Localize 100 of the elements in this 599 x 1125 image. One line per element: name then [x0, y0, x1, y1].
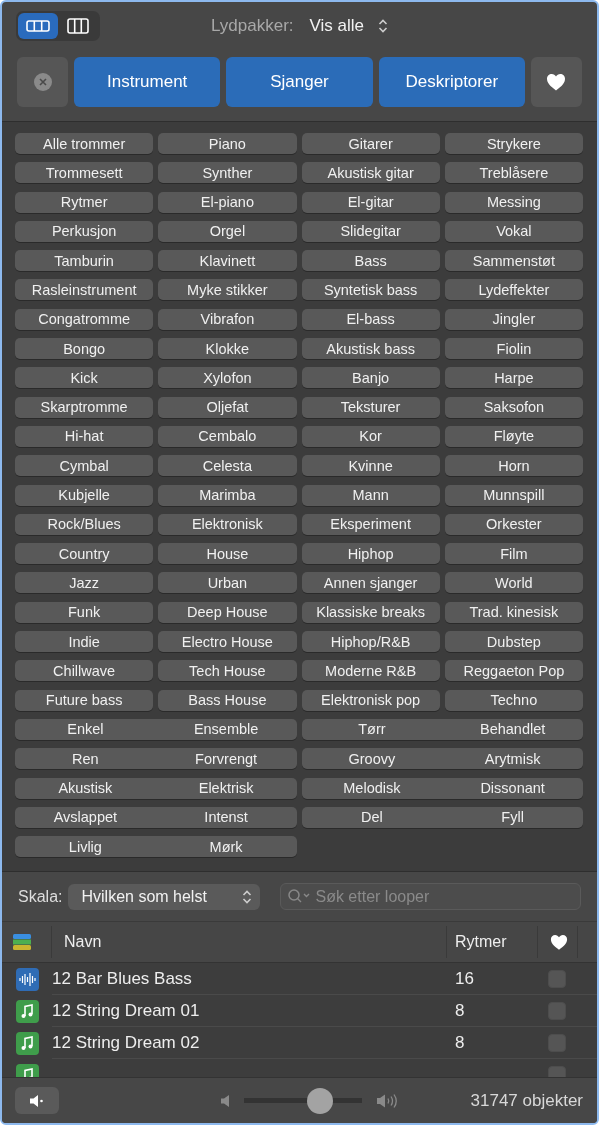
keyword-button[interactable]: Akustisk gitar: [301, 162, 440, 184]
keyword-button[interactable]: Annen sjanger: [301, 572, 440, 594]
keyword-button[interactable]: Synther: [158, 162, 297, 184]
keyword-button[interactable]: House: [158, 543, 297, 565]
keyword-button[interactable]: Elektronisk pop: [301, 689, 440, 711]
keyword-button[interactable]: Xylofon: [158, 367, 297, 389]
descriptor-option[interactable]: Dissonant: [442, 777, 583, 799]
category-tab[interactable]: Instrument: [74, 57, 221, 107]
sound-packs-dropdown[interactable]: Vis alle: [309, 16, 388, 36]
keyword-button[interactable]: Hi-hat: [15, 425, 154, 447]
keyword-button[interactable]: Celesta: [158, 455, 297, 477]
keyword-button[interactable]: Funk: [15, 601, 154, 623]
favorite-checkbox[interactable]: [548, 1001, 566, 1020]
keyword-button[interactable]: Vokal: [444, 220, 583, 242]
keyword-button[interactable]: Sammenstøt: [444, 250, 583, 272]
keyword-button[interactable]: Kor: [301, 425, 440, 447]
keyword-button[interactable]: Country: [15, 543, 154, 565]
keyword-button[interactable]: Jazz: [15, 572, 154, 594]
search-field[interactable]: Søk etter looper: [280, 883, 581, 910]
keyword-button[interactable]: Orgel: [158, 220, 297, 242]
favorite-checkbox[interactable]: [548, 1033, 566, 1052]
keyword-button[interactable]: Congatromme: [15, 308, 154, 330]
keyword-button[interactable]: Urban: [158, 572, 297, 594]
keyword-button[interactable]: Treblåsere: [444, 162, 583, 184]
keyword-button[interactable]: Fiolin: [444, 338, 583, 360]
preview-speaker-button[interactable]: [15, 1087, 59, 1114]
keyword-button[interactable]: Kubjelle: [15, 484, 154, 506]
descriptor-option[interactable]: Akustisk: [15, 777, 156, 799]
descriptor-option[interactable]: Arytmisk: [442, 748, 583, 770]
descriptor-option[interactable]: Groovy: [301, 748, 443, 770]
keyword-button[interactable]: Munnspill: [444, 484, 583, 506]
keyword-button[interactable]: El-piano: [158, 191, 297, 213]
keyword-button[interactable]: Trad. kinesisk: [444, 601, 583, 623]
keyword-button[interactable]: Kvinne: [301, 455, 440, 477]
keyword-button[interactable]: Teksturer: [301, 396, 440, 418]
descriptor-option[interactable]: Del: [301, 806, 443, 828]
keyword-button[interactable]: Messing: [444, 191, 583, 213]
column-header[interactable]: Rytmer: [447, 926, 538, 958]
keyword-button[interactable]: Bongo: [15, 338, 154, 360]
keyword-button[interactable]: Perkusjon: [15, 220, 154, 242]
keyword-button[interactable]: Strykere: [444, 133, 583, 154]
keyword-button[interactable]: Chillwave: [15, 660, 154, 682]
descriptor-option[interactable]: Behandlet: [442, 718, 583, 740]
keyword-button[interactable]: Indie: [15, 631, 154, 653]
keyword-button[interactable]: Mann: [301, 484, 440, 506]
keyword-button[interactable]: Fløyte: [444, 425, 583, 447]
keyword-button[interactable]: Orkester: [444, 513, 583, 535]
keyword-button[interactable]: Lydeffekter: [444, 279, 583, 301]
keyword-button[interactable]: Rytmer: [15, 191, 154, 213]
descriptor-option[interactable]: Tørr: [301, 718, 443, 740]
descriptor-option[interactable]: Livlig: [15, 836, 156, 858]
descriptor-option[interactable]: Ensemble: [155, 718, 297, 740]
keyword-button[interactable]: Electro House: [158, 631, 297, 653]
favorites-button[interactable]: [531, 57, 582, 107]
keyword-button[interactable]: Oljefat: [158, 396, 297, 418]
keyword-button[interactable]: Klassiske breaks: [301, 601, 440, 623]
keyword-button[interactable]: Klavinett: [158, 250, 297, 272]
keyword-button[interactable]: Marimba: [158, 484, 297, 506]
descriptor-option[interactable]: Elektrisk: [155, 777, 297, 799]
keyword-button[interactable]: Saksofon: [444, 396, 583, 418]
keyword-button[interactable]: Kick: [15, 367, 154, 389]
keyword-button[interactable]: El-gitar: [301, 191, 440, 213]
keyword-button[interactable]: Future bass: [15, 689, 154, 711]
keyword-button[interactable]: Banjo: [301, 367, 440, 389]
keyword-button[interactable]: Piano: [158, 133, 297, 154]
view-button[interactable]: [18, 13, 58, 39]
column-header[interactable]: Navn: [52, 926, 447, 958]
keyword-button[interactable]: Rock/Blues: [15, 513, 154, 535]
keyword-button[interactable]: Myke stikker: [158, 279, 297, 301]
descriptor-option[interactable]: Fyll: [442, 806, 583, 828]
descriptor-option[interactable]: Intenst: [155, 806, 297, 828]
keyword-button[interactable]: Rasleinstrument: [15, 279, 154, 301]
keyword-button[interactable]: Slidegitar: [301, 220, 440, 242]
category-tab[interactable]: Deskriptorer: [378, 57, 525, 107]
category-tab[interactable]: Sjanger: [226, 57, 373, 107]
keyword-button[interactable]: Dubstep: [444, 631, 583, 653]
keyword-button[interactable]: World: [444, 572, 583, 594]
keyword-button[interactable]: Harpe: [444, 367, 583, 389]
keyword-button[interactable]: Bass House: [158, 689, 297, 711]
keyword-button[interactable]: Deep House: [158, 601, 297, 623]
keyword-button[interactable]: Hiphop/R&B: [301, 631, 440, 653]
slider-thumb[interactable]: [307, 1087, 334, 1114]
keyword-button[interactable]: Cembalo: [158, 425, 297, 447]
keyword-button[interactable]: Bass: [301, 250, 440, 272]
scale-dropdown[interactable]: Hvilken som helst: [68, 883, 261, 910]
keyword-button[interactable]: Eksperiment: [301, 513, 440, 535]
descriptor-option[interactable]: Enkel: [15, 718, 156, 740]
keyword-button[interactable]: Film: [444, 543, 583, 565]
keyword-button[interactable]: Tamburin: [15, 250, 154, 272]
descriptor-option[interactable]: Ren: [15, 748, 156, 770]
favorite-checkbox[interactable]: [548, 969, 566, 988]
keyword-button[interactable]: Jingler: [444, 308, 583, 330]
keyword-button[interactable]: Reggaeton Pop: [444, 660, 583, 682]
keyword-button[interactable]: Trommesett: [15, 162, 154, 184]
keyword-button[interactable]: Vibrafon: [158, 308, 297, 330]
descriptor-option[interactable]: Melodisk: [301, 777, 443, 799]
keyword-button[interactable]: El-bass: [301, 308, 440, 330]
keyword-button[interactable]: Elektronisk: [158, 513, 297, 535]
keyword-button[interactable]: Klokke: [158, 338, 297, 360]
keyword-button[interactable]: Hiphop: [301, 543, 440, 565]
